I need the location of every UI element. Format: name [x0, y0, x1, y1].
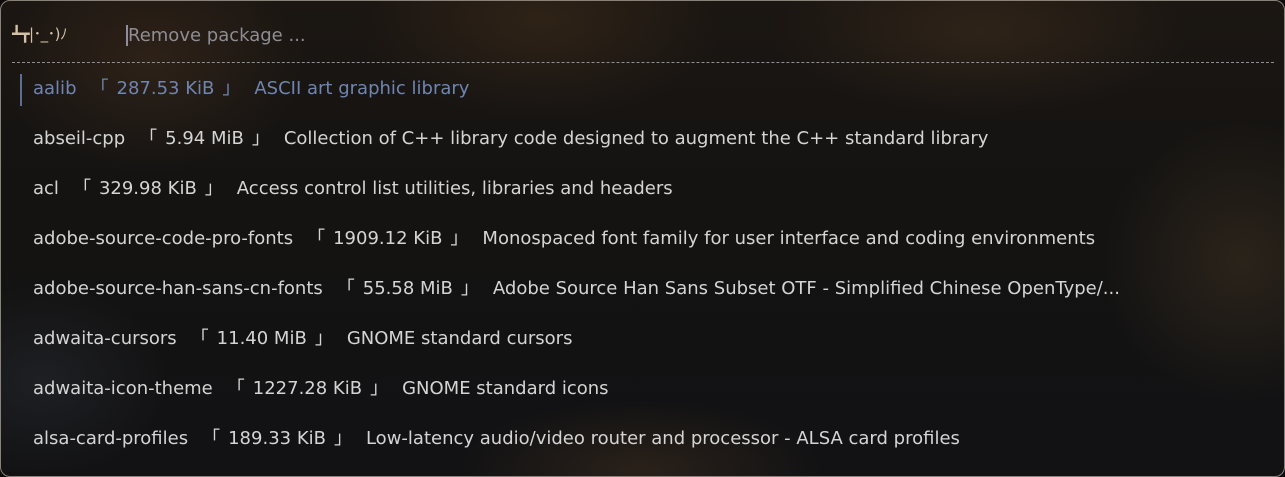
package-description: ASCII art graphic library: [254, 78, 470, 99]
selection-marker: [20, 74, 22, 106]
package-row[interactable]: adwaita-icon-theme 「 1227.28 KiB 」 GNOME sta…: [1, 364, 1284, 414]
package-size: 55.58 MiB: [362, 278, 453, 299]
size-open-bracket: 「: [336, 278, 355, 299]
size-open-bracket: 「: [226, 378, 245, 399]
package-name: adwaita-cursors: [33, 328, 177, 349]
size-close-bracket: 」: [333, 428, 352, 449]
package-row-text: alsa-card-profiles 「 189.33 KiB 」 Low-latenc…: [33, 426, 1243, 452]
size-open-bracket: 「: [139, 128, 158, 149]
package-size: 1227.28 KiB: [252, 378, 363, 399]
package-row-text: abseil-cpp 「 5.94 MiB 」 Collection of C++ li…: [33, 126, 1243, 152]
size-close-bracket: 」: [251, 128, 270, 149]
package-row[interactable]: abseil-cpp 「 5.94 MiB 」 Collection of C++ li…: [1, 114, 1284, 164]
package-name: aalib: [33, 78, 77, 99]
package-size: 11.40 MiB: [216, 328, 307, 349]
size-close-bracket: 」: [450, 228, 469, 249]
package-description: Access control list utilities, libraries…: [236, 178, 673, 199]
package-row[interactable]: alsa-card-profiles 「 189.33 KiB 」 Low-latenc…: [1, 414, 1284, 464]
search-input[interactable]: [128, 21, 1258, 49]
package-name: acl: [33, 178, 59, 199]
size-close-bracket: 」: [460, 278, 479, 299]
package-size: 189.33 KiB: [228, 428, 326, 449]
size-close-bracket: 」: [222, 78, 241, 99]
package-description: Collection of C++ library code designed …: [283, 128, 989, 149]
package-row-text: adobe-source-code-pro-fonts 「 1909.12 KiB 」…: [33, 226, 1243, 252]
package-row[interactable]: adobe-source-han-sans-cn-fonts 「 55.58 MiB…: [1, 264, 1284, 314]
size-open-bracket: 「: [202, 428, 221, 449]
package-size: 1909.12 KiB: [333, 228, 443, 249]
package-name: abseil-cpp: [33, 128, 126, 149]
package-description: Low-latency audio/video router and proce…: [365, 428, 960, 449]
size-open-bracket: 「: [190, 328, 209, 349]
package-description: GNOME standard cursors: [346, 328, 573, 349]
package-size: 5.94 MiB: [165, 128, 244, 149]
size-close-bracket: 」: [204, 178, 223, 199]
launcher-window: ┻┳|･_･)ﾉ aalib 「 287.53 KiB 」 ASCII art grap…: [0, 0, 1285, 477]
package-description: GNOME standard icons: [402, 378, 609, 399]
dashed-divider: [12, 62, 1274, 63]
package-row[interactable]: acl 「 329.98 KiB 」 Access control list utili…: [1, 164, 1284, 214]
package-row[interactable]: adobe-source-code-pro-fonts 「 1909.12 KiB 」…: [1, 214, 1284, 264]
package-name: alsa-card-profiles: [33, 428, 189, 449]
kaomoji-prompt-icon: ┻┳|･_･)ﾉ: [12, 25, 67, 43]
size-close-bracket: 」: [370, 378, 389, 399]
package-name: adobe-source-han-sans-cn-fonts: [33, 278, 323, 299]
package-row-text: adwaita-cursors 「 11.40 MiB 」 GNOME standard…: [33, 326, 1243, 352]
package-size: 329.98 KiB: [98, 178, 197, 199]
package-row[interactable]: adwaita-cursors 「 11.40 MiB 」 GNOME standard…: [1, 314, 1284, 364]
package-row-text: adobe-source-han-sans-cn-fonts 「 55.58 MiB…: [33, 276, 1243, 302]
package-description: Adobe Source Han Sans Subset OTF - Simpl…: [492, 278, 1120, 299]
size-close-bracket: 」: [314, 328, 333, 349]
package-row[interactable]: aalib 「 287.53 KiB 」 ASCII art graphic libra…: [1, 64, 1284, 114]
package-row-text: aalib 「 287.53 KiB 」 ASCII art graphic libra…: [33, 76, 1243, 102]
package-row-text: acl 「 329.98 KiB 」 Access control list utili…: [33, 176, 1243, 202]
package-name: adwaita-icon-theme: [33, 378, 213, 399]
package-row-text: adwaita-icon-theme 「 1227.28 KiB 」 GNOME sta…: [33, 376, 1243, 402]
package-size: 287.53 KiB: [116, 78, 215, 99]
package-name: adobe-source-code-pro-fonts: [33, 228, 294, 249]
package-description: Monospaced font family for user interfac…: [482, 228, 1096, 249]
search-bar: ┻┳|･_･)ﾉ: [1, 1, 1284, 63]
size-open-bracket: 「: [72, 178, 91, 199]
size-open-bracket: 「: [90, 78, 109, 99]
size-open-bracket: 「: [307, 228, 326, 249]
